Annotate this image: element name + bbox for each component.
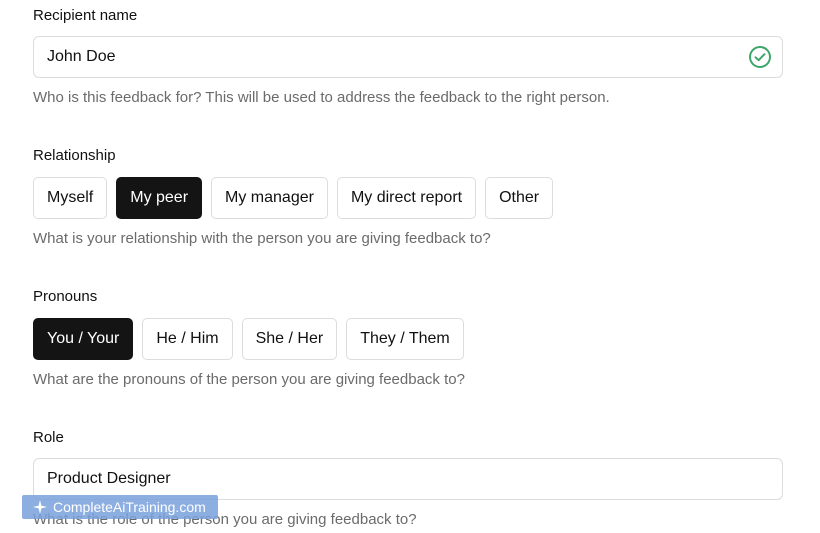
sparkle-logo-icon	[33, 500, 47, 514]
watermark-badge: CompleteAiTraining.com	[22, 495, 218, 519]
relationship-hint: What is your relationship with the perso…	[33, 230, 491, 247]
relationship-option-myself[interactable]: Myself	[33, 177, 108, 219]
relationship-option-other[interactable]: Other	[485, 177, 554, 219]
pronoun-option-he-him[interactable]: He / Him	[142, 318, 233, 360]
recipient-section: Recipient name	[33, 7, 137, 25]
role-value[interactable]: Product Designer	[47, 470, 769, 488]
pronouns-options: You / Your He / Him She / Her They / The…	[33, 318, 464, 360]
recipient-name-input[interactable]: John Doe	[33, 36, 783, 78]
relationship-options: Myself My peer My manager My direct repo…	[33, 177, 554, 219]
relationship-option-my-direct-report[interactable]: My direct report	[336, 177, 477, 219]
recipient-hint: Who is this feedback for? This will be u…	[33, 89, 610, 106]
relationship-section: Relationship	[33, 147, 116, 165]
pronouns-label: Pronouns	[33, 288, 98, 305]
pronouns-hint: What are the pronouns of the person you …	[33, 371, 465, 388]
role-label: Role	[33, 429, 64, 446]
recipient-name-value[interactable]: John Doe	[47, 48, 748, 66]
pronoun-option-she-her[interactable]: She / Her	[241, 318, 338, 360]
role-input[interactable]: Product Designer	[33, 458, 783, 500]
pronoun-option-they-them[interactable]: They / Them	[346, 318, 464, 360]
relationship-option-my-manager[interactable]: My manager	[211, 177, 328, 219]
pronouns-section: Pronouns	[33, 288, 97, 306]
relationship-label: Relationship	[33, 147, 116, 164]
role-section: Role	[33, 429, 64, 447]
check-circle-icon	[749, 46, 771, 68]
recipient-label: Recipient name	[33, 7, 138, 24]
relationship-option-my-peer[interactable]: My peer	[116, 177, 203, 219]
pronoun-option-you-your[interactable]: You / Your	[33, 318, 134, 360]
watermark-text: CompleteAiTraining.com	[53, 499, 206, 515]
